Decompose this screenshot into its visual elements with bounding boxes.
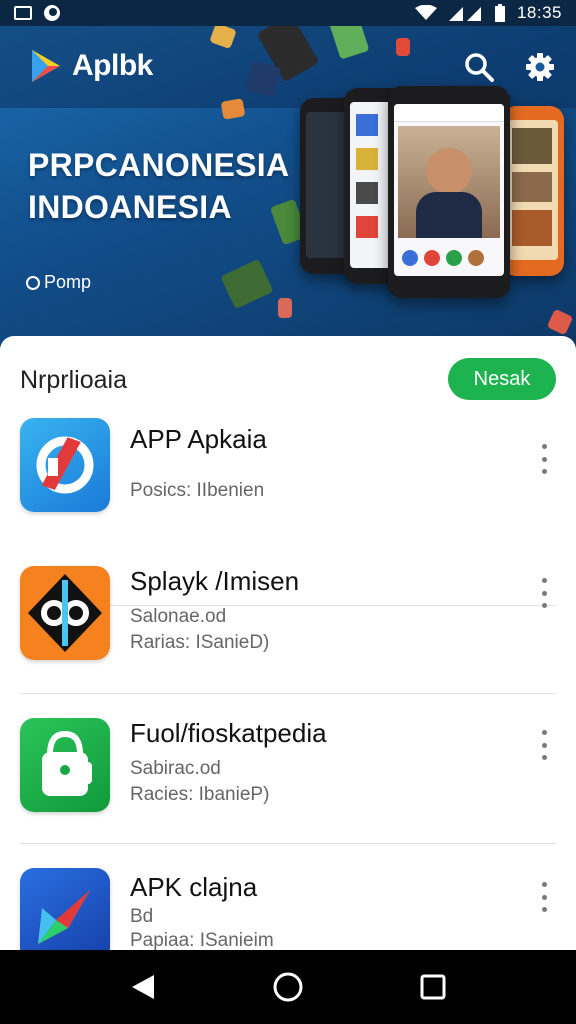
- floating-card-icon: [220, 98, 246, 120]
- app-meta: Salonae.od: [130, 606, 227, 627]
- battery-icon: [494, 4, 505, 22]
- play-triangle-icon: [20, 868, 110, 950]
- search-button[interactable]: [462, 50, 496, 84]
- app-list-item[interactable]: APP Apkaia Posics: IIbenien: [0, 418, 576, 606]
- app-meta: Posics: IIbenien: [130, 480, 265, 501]
- app-name: Splayk /Imisen: [130, 566, 300, 596]
- green-bag-icon: [20, 718, 110, 812]
- app-meta: Bd: [130, 906, 154, 927]
- app-list-panel: Nrprlioaia Nesak APP Apkaia Posics: IIbe…: [0, 336, 576, 950]
- navigation-bar: [0, 950, 576, 1024]
- wifi-icon: [414, 5, 437, 20]
- blue-logo-icon: [20, 418, 110, 512]
- orange-logo-icon: [20, 566, 110, 660]
- more-options-icon[interactable]: [536, 882, 552, 912]
- floating-card-icon: [546, 308, 574, 336]
- circle-icon: [26, 275, 40, 290]
- app-meta: Rarias: ISanieD): [130, 632, 270, 653]
- app-name: APK clajna: [130, 872, 258, 902]
- back-triangle-icon: [131, 975, 154, 999]
- search-icon: [465, 53, 494, 82]
- status-bar: 18:35: [0, 0, 576, 26]
- more-options-icon[interactable]: [536, 578, 552, 608]
- play-logo-icon: [32, 50, 60, 82]
- back-button[interactable]: [123, 967, 163, 1007]
- app-meta: Racies: IbanieP): [130, 784, 270, 805]
- app-meta: Sabirac.od: [130, 758, 221, 779]
- home-circle-icon: [273, 972, 303, 1002]
- floating-card-icon: [396, 38, 410, 56]
- app-meta: Papiaa: ISanieim: [130, 930, 274, 950]
- app-name: Fuol/fioskatpedia: [130, 718, 327, 748]
- signal-icon: [448, 7, 481, 21]
- more-options-icon[interactable]: [536, 444, 552, 474]
- notification-icon: [14, 6, 32, 20]
- hero-banner: Aplbk PRPCANONESIA INDOANESIA Pomp: [0, 26, 576, 356]
- app-screen: 18:35 Aplbk PRPCANONESIA INDOANESIA Pomp…: [0, 0, 576, 1024]
- app-list-item[interactable]: APK clajna Bd Papiaa: ISanieim: [0, 868, 576, 950]
- floating-card-icon: [220, 258, 274, 310]
- moon-icon: [44, 5, 60, 21]
- phone-illustration: [388, 86, 510, 298]
- more-options-icon[interactable]: [536, 730, 552, 760]
- more-button[interactable]: Nesak: [448, 358, 556, 400]
- app-logo: Aplbk: [30, 48, 153, 84]
- hero-subtitle: Pomp: [26, 272, 91, 293]
- settings-button[interactable]: [523, 50, 557, 84]
- recents-button[interactable]: [413, 967, 453, 1007]
- section-title: Nrprlioaia: [20, 366, 127, 394]
- gear-icon: [526, 53, 554, 81]
- phone-illustration: [502, 106, 564, 276]
- clock: 18:35: [516, 3, 562, 22]
- logo-text: Aplbk: [72, 49, 153, 82]
- hero-title: PRPCANONESIA INDOANESIA: [28, 147, 290, 225]
- app-name: APP Apkaia: [130, 424, 267, 454]
- app-list-item[interactable]: Splayk /Imisen Salonae.od Rarias: ISanie…: [0, 566, 576, 716]
- home-button[interactable]: [268, 967, 308, 1007]
- app-list-item[interactable]: Fuol/fioskatpedia Sabirac.od Racies: Iba…: [0, 718, 576, 868]
- recents-square-icon: [420, 974, 446, 1000]
- floating-card-icon: [278, 298, 292, 318]
